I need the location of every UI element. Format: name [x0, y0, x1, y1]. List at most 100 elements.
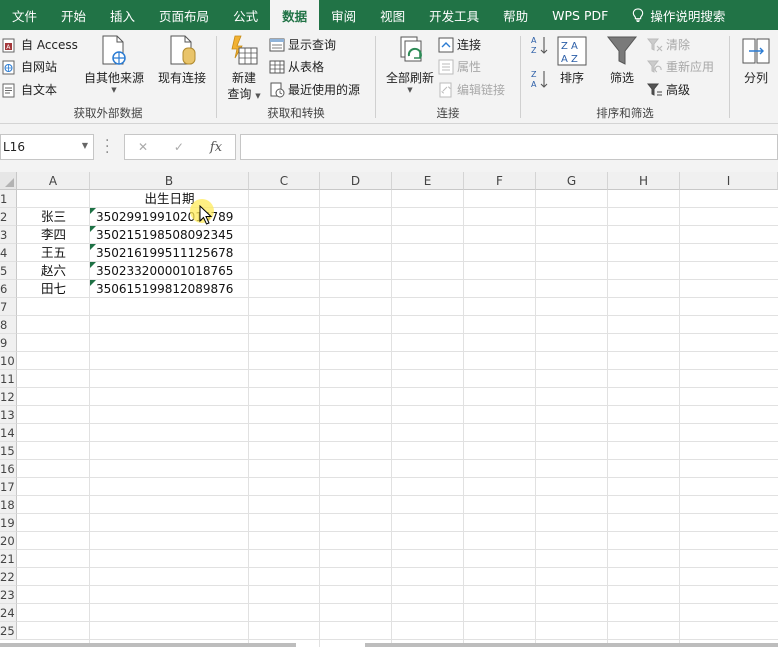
from-table-button[interactable]: 从表格 [269, 56, 324, 77]
formula-input[interactable] [240, 134, 778, 160]
cell-name[interactable]: 张三 [17, 208, 90, 226]
lightbulb-icon [633, 8, 644, 22]
group-label-connections: 连接 [436, 106, 460, 120]
tab-view[interactable]: 视图 [368, 0, 417, 30]
cell-b1[interactable]: 出生日期 [90, 190, 249, 208]
refresh-all-button[interactable]: 全部刷新 ▼ [382, 34, 438, 94]
error-indicator-icon [90, 226, 96, 232]
reapply-button[interactable]: 重新应用 [647, 56, 714, 77]
tab-developer[interactable]: 开发工具 [417, 0, 491, 30]
row-header-25[interactable]: 25 [0, 622, 17, 640]
column-header-e[interactable]: E [392, 172, 464, 190]
row-header-9[interactable]: 9 [0, 334, 17, 352]
show-queries-button[interactable]: 显示查询 [269, 34, 336, 55]
tab-review[interactable]: 审阅 [319, 0, 368, 30]
cell-name[interactable]: 赵六 [17, 262, 90, 280]
properties-label: 属性 [457, 60, 482, 74]
cell-name[interactable]: 王五 [17, 244, 90, 262]
tab-page-layout[interactable]: 页面布局 [147, 0, 221, 30]
sort-button[interactable]: Z A A Z 排序 [555, 34, 589, 86]
tab-wps-pdf[interactable]: WPS PDF [540, 0, 620, 30]
select-all-corner[interactable] [0, 172, 17, 190]
row-header-18[interactable]: 18 [0, 496, 17, 514]
refresh-all-icon [400, 36, 422, 62]
column-header-c[interactable]: C [249, 172, 320, 190]
tab-home[interactable]: 开始 [49, 0, 98, 30]
column-header-f[interactable]: F [464, 172, 536, 190]
cell-name[interactable]: 田七 [17, 280, 90, 298]
new-query-button[interactable]: 新建 查询 ▼ [223, 34, 265, 102]
gridline-horizontal [17, 603, 778, 604]
text-to-columns-button[interactable]: 分列 [738, 34, 774, 86]
worksheet-grid[interactable]: ABCDEFGHI 1 2 3 4 5 6 7 8 9 10 11 12 13 14 15 16 17 18 19 2… [0, 172, 778, 647]
tell-me-search[interactable]: 操作说明搜索 [620, 0, 737, 30]
row-header-13[interactable]: 13 [0, 406, 17, 424]
row-header-17[interactable]: 17 [0, 478, 17, 496]
row-header-24[interactable]: 24 [0, 604, 17, 622]
cell-name[interactable]: 李四 [17, 226, 90, 244]
other-sources-button[interactable]: 自其他来源 ▼ [82, 34, 146, 94]
from-text-label: 自文本 [21, 83, 58, 97]
properties-button[interactable]: 属性 [438, 56, 481, 77]
connections-button[interactable]: 连接 [438, 34, 481, 55]
gridline-horizontal [17, 513, 778, 514]
row-header-23[interactable]: 23 [0, 586, 17, 604]
name-box[interactable]: L16 ▼ [0, 134, 94, 160]
row-header-16[interactable]: 16 [0, 460, 17, 478]
clear-filter-button[interactable]: 清除 [647, 34, 690, 55]
confirm-check-icon[interactable]: ✓ [174, 140, 184, 154]
row-header-21[interactable]: 21 [0, 550, 17, 568]
tab-file[interactable]: 文件 [0, 0, 49, 30]
row-header-4[interactable]: 4 [0, 244, 17, 262]
column-header-g[interactable]: G [536, 172, 608, 190]
row-header-10[interactable]: 10 [0, 352, 17, 370]
row-header-22[interactable]: 22 [0, 568, 17, 586]
row-header-12[interactable]: 12 [0, 388, 17, 406]
tab-help[interactable]: 帮助 [491, 0, 540, 30]
recent-sources-button[interactable]: 最近使用的源 [269, 79, 360, 100]
group-label-get-transform: 获取和转换 [267, 106, 325, 120]
chevron-down-icon[interactable]: ▼ [82, 141, 88, 150]
column-header-d[interactable]: D [320, 172, 392, 190]
column-header-i[interactable]: I [680, 172, 778, 190]
filter-button[interactable]: 筛选 [605, 34, 639, 86]
row-header-14[interactable]: 14 [0, 424, 17, 442]
cell-id-number[interactable]: 350216199511125678 [90, 244, 249, 262]
row-header-1[interactable]: 1 [0, 190, 17, 208]
row-header-2[interactable]: 2 [0, 208, 17, 226]
row-header-19[interactable]: 19 [0, 514, 17, 532]
cancel-icon[interactable]: ✕ [138, 140, 148, 154]
more-dots-icon: · · · [105, 133, 110, 161]
cell-id-number[interactable]: 350215198508092345 [90, 226, 249, 244]
existing-connections-button[interactable]: 现有连接 [154, 34, 210, 86]
edit-links-icon [439, 82, 452, 97]
column-header-h[interactable]: H [608, 172, 680, 190]
column-header-b[interactable]: B [90, 172, 249, 190]
row-header-3[interactable]: 3 [0, 226, 17, 244]
cell-id-number[interactable]: 350233200001018765 [90, 262, 249, 280]
row-header-15[interactable]: 15 [0, 442, 17, 460]
row-header-7[interactable]: 7 [0, 298, 17, 316]
row-header-5[interactable]: 5 [0, 262, 17, 280]
tab-data[interactable]: 数据 [270, 0, 320, 30]
edit-links-button[interactable]: 编辑链接 [438, 79, 505, 100]
from-text-button[interactable]: 自文本 [2, 79, 57, 100]
from-web-button[interactable]: 自网站 [2, 56, 57, 77]
sort-ascending-icon: AZ [531, 36, 548, 55]
from-access-button[interactable]: A 自 Access [2, 34, 78, 55]
cell-id-number[interactable]: 350299199102016789 [90, 208, 249, 226]
horizontal-scrollbar[interactable] [365, 643, 778, 647]
gridline-vertical [535, 190, 536, 647]
tab-insert[interactable]: 插入 [98, 0, 147, 30]
column-header-a[interactable]: A [17, 172, 90, 190]
tab-formulas[interactable]: 公式 [221, 0, 270, 30]
advanced-filter-button[interactable]: 高级 [647, 79, 690, 100]
sort-za-button[interactable]: ZA [529, 68, 551, 92]
row-header-6[interactable]: 6 [0, 280, 17, 298]
row-header-20[interactable]: 20 [0, 532, 17, 550]
row-header-8[interactable]: 8 [0, 316, 17, 334]
row-header-11[interactable]: 11 [0, 370, 17, 388]
cell-id-number[interactable]: 350615199812089876 [90, 280, 249, 298]
sort-az-button[interactable]: AZ [529, 34, 551, 58]
insert-function-icon[interactable]: fx [210, 140, 222, 155]
